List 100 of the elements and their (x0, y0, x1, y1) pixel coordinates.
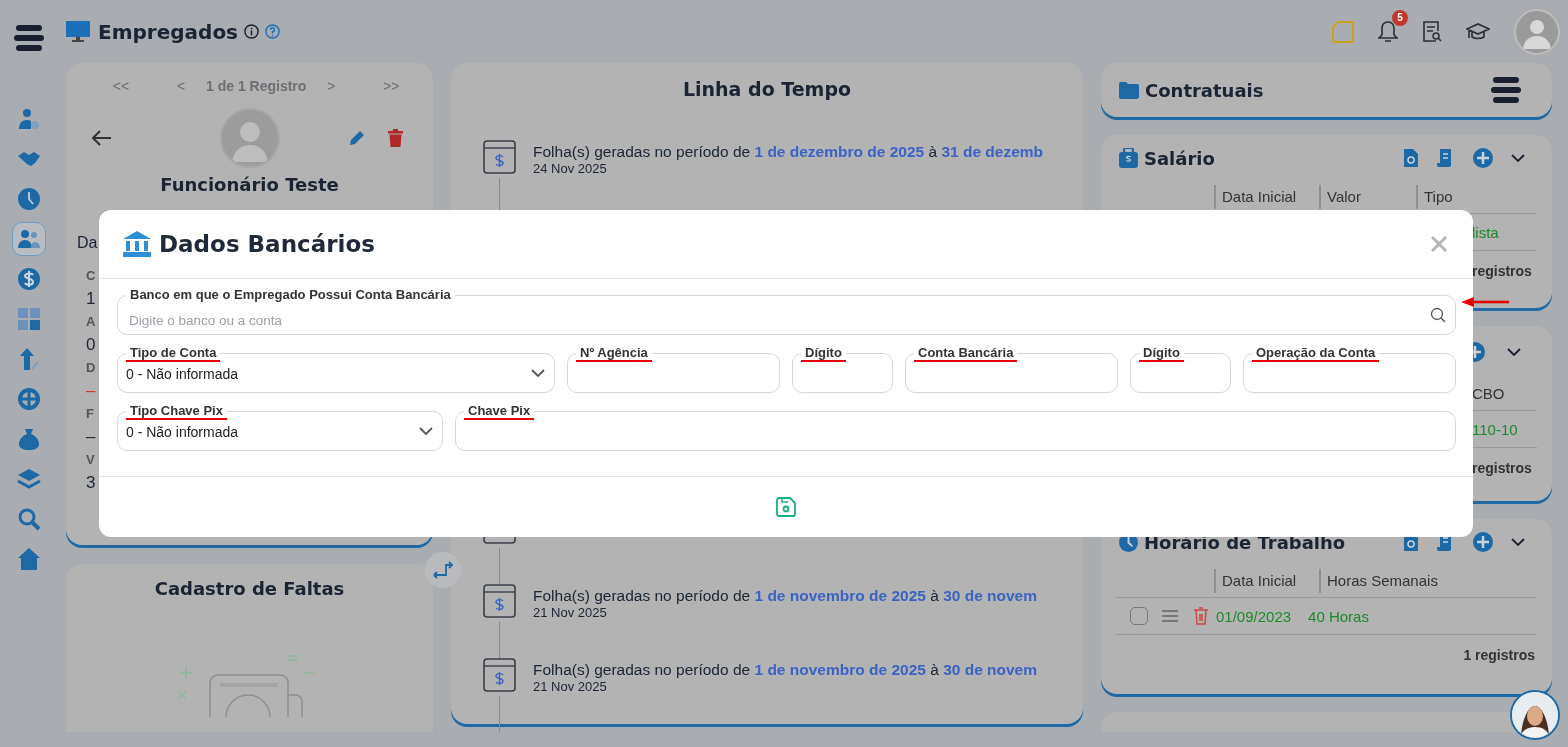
table-cell: 110-10 (1472, 420, 1518, 438)
calculator-icon (17, 307, 41, 331)
home-icon (17, 547, 41, 571)
save-button[interactable] (775, 496, 797, 518)
chevron-down-icon[interactable] (531, 368, 545, 378)
monitor-icon (66, 20, 90, 43)
detail-value: 1 (86, 288, 96, 310)
detail-value: 0 (86, 334, 96, 356)
sidebar-item[interactable] (12, 222, 46, 256)
close-button[interactable] (1429, 234, 1449, 254)
row-checkbox[interactable] (1130, 607, 1148, 625)
search-icon (1430, 307, 1446, 323)
dialog-title: Dados Bancários (159, 231, 375, 257)
back-arrow-icon[interactable] (92, 130, 112, 146)
text-field[interactable]: Dígito (792, 344, 893, 393)
people-icon (17, 227, 41, 251)
close-icon (1431, 236, 1447, 252)
swap-icon (433, 561, 453, 579)
note-icon (1332, 20, 1354, 43)
add-icon[interactable] (1473, 532, 1493, 552)
panel-title: Contratuais (1145, 79, 1264, 101)
document-search-icon[interactable] (1403, 148, 1419, 168)
payment-window-icon (483, 584, 516, 618)
field-label: Dígito (801, 345, 846, 362)
record-count: 1 registros (1463, 647, 1536, 663)
field-label: Operação da Conta (1252, 345, 1380, 362)
delete-icon[interactable] (388, 129, 403, 147)
record-counter: 1 de 1 Registro (206, 78, 307, 94)
table-cell: 01/09/2023 (1216, 607, 1292, 625)
record-count: registros (1472, 460, 1532, 476)
folder-icon (1119, 81, 1139, 99)
text-field[interactable]: Operação da Conta (1243, 344, 1456, 393)
detail-label: C (86, 267, 96, 285)
menu-icon[interactable] (1491, 76, 1521, 104)
timeline-entry: Folha(s) geradas no período de 1 de dezembro de 2025 à 31 de dezemb (533, 143, 1044, 161)
field-label: Nº Agência (576, 345, 652, 362)
table-cell: lista (1472, 223, 1499, 241)
text-field[interactable]: Nº Agência (567, 344, 780, 393)
field-label: Chave Pix (464, 403, 535, 420)
section-title: Da (76, 234, 98, 252)
chevron-down-icon[interactable] (1511, 153, 1525, 163)
user-avatar[interactable] (1514, 8, 1560, 55)
record-count: registros (1472, 263, 1532, 279)
dropdown-field[interactable]: Tipo de Conta 0 - Não informada (117, 344, 555, 393)
save-icon (775, 496, 797, 518)
column-header: Data Inicial (1214, 569, 1319, 593)
document-search-icon (1422, 20, 1442, 43)
money-bag-icon (17, 427, 41, 451)
arrow-up-icon (17, 347, 41, 371)
layers-icon (17, 467, 41, 491)
payment-window-icon (483, 140, 516, 174)
chevron-down-icon[interactable] (1507, 347, 1521, 357)
dollar-icon (17, 267, 41, 291)
field-label: Banco em que o Empregado Possui Conta Bancária (126, 287, 455, 303)
document-search-button[interactable] (1422, 20, 1442, 43)
notifications-button[interactable] (1378, 19, 1398, 44)
text-field[interactable]: Conta Bancária (905, 344, 1118, 393)
table-cell: 40 Horas (1308, 607, 1369, 625)
card-title: Cadastro de Faltas (154, 578, 345, 599)
help-icon[interactable] (265, 24, 281, 39)
delete-icon[interactable] (1194, 607, 1208, 625)
timeline-entry: Folha(s) geradas no período de 1 de novembro de 2025 à 30 de novem (533, 587, 1038, 605)
edit-icon[interactable] (348, 129, 366, 147)
clock-icon (17, 187, 41, 211)
page-title: Empregados (98, 19, 239, 44)
wallet-icon (1119, 148, 1138, 168)
field-label: Tipo Chave Pix (126, 403, 227, 420)
detail-label: A (86, 313, 96, 331)
text-field[interactable]: Chave Pix (455, 402, 1456, 451)
card-title: Linha do Tempo (681, 78, 853, 100)
bank-icon (123, 231, 151, 257)
placeholder-text: Digite o banco ou a conta (128, 311, 284, 328)
dropdown-field[interactable]: Tipo Chave Pix 0 - Não informada (117, 402, 443, 451)
notification-badge: 5 (1392, 9, 1408, 26)
column-header: CBO (1472, 384, 1506, 404)
field-label: Dígito (1139, 345, 1184, 362)
search-icon (17, 507, 41, 531)
detail-label: F (86, 405, 94, 423)
add-icon[interactable] (1473, 148, 1493, 168)
timeline-date: 24 Nov 2025 (533, 161, 607, 176)
detail-label: V (86, 451, 95, 469)
payment-window-icon (483, 658, 516, 692)
bank-search-field[interactable]: Banco em que o Empregado Possui Conta Bancária Digite o banco ou a conta (117, 286, 1456, 335)
detail-label: D (86, 359, 96, 377)
assistant-avatar[interactable] (1510, 690, 1560, 740)
chevron-down-icon[interactable] (419, 426, 433, 436)
field-label: Tipo de Conta (126, 345, 221, 362)
person-gear-icon (17, 107, 41, 131)
panel-title: Salário (1144, 147, 1215, 169)
menu-icon[interactable] (14, 24, 44, 52)
text-field[interactable]: Dígito (1130, 344, 1231, 393)
column-header: Horas Semanais (1319, 569, 1537, 593)
timeline-date: 21 Nov 2025 (533, 679, 607, 694)
info-icon[interactable] (244, 24, 260, 39)
chevron-down-icon[interactable] (1511, 537, 1525, 547)
employee-name: Funcionário Teste (159, 174, 340, 195)
detail-value: 3 (86, 472, 96, 494)
timeline-entry: Folha(s) geradas no período de 1 de novembro de 2025 à 30 de novem (533, 661, 1038, 679)
drag-handle-icon[interactable] (1162, 610, 1178, 622)
detail-value: – (86, 426, 96, 448)
